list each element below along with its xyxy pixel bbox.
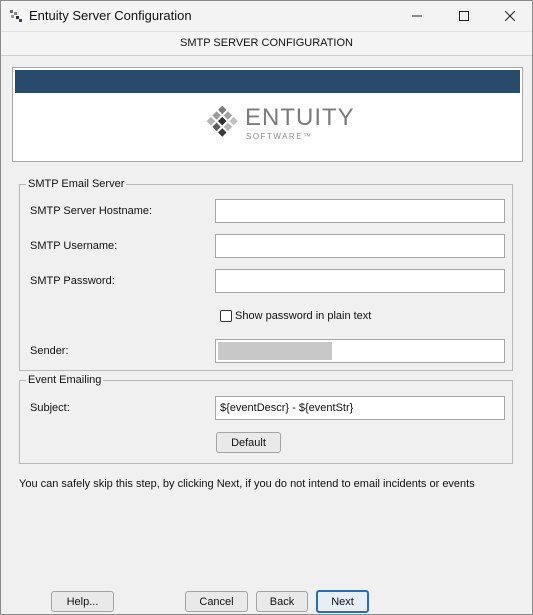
next-button[interactable]: Next — [316, 590, 369, 613]
configuration-window: Entuity Server Configuration SMTP SERVER… — [0, 0, 533, 615]
entuity-logo-mark — [206, 105, 238, 137]
page-header: SMTP SERVER CONFIGURATION — [1, 31, 532, 56]
subject-label: Subject: — [30, 402, 70, 414]
logo-subtitle: SOFTWARE™ — [246, 132, 313, 141]
minimize-icon — [412, 15, 422, 17]
password-label: SMTP Password: — [30, 275, 115, 287]
window-title: Entuity Server Configuration — [29, 8, 192, 23]
subject-input[interactable] — [215, 396, 505, 420]
title-bar[interactable]: Entuity Server Configuration — [1, 1, 532, 31]
hostname-label: SMTP Server Hostname: — [30, 205, 153, 217]
back-button[interactable]: Back — [256, 591, 308, 612]
username-label: SMTP Username: — [30, 240, 118, 252]
skip-hint: You can safely skip this step, by clicki… — [19, 478, 475, 490]
banner-bar — [15, 70, 520, 93]
default-subject-button[interactable]: Default — [216, 432, 281, 453]
cancel-button[interactable]: Cancel — [185, 591, 248, 612]
event-group-legend: Event Emailing — [28, 374, 102, 386]
close-icon — [505, 11, 515, 21]
hostname-input[interactable] — [215, 199, 505, 223]
username-input[interactable] — [215, 234, 505, 258]
sender-label: Sender: — [30, 345, 69, 357]
logo-banner: ENTUITY SOFTWARE™ — [12, 67, 523, 162]
password-input[interactable] — [215, 269, 505, 293]
maximize-button[interactable] — [441, 1, 487, 31]
logo-wordmark: ENTUITY — [245, 104, 355, 131]
smtp-group-legend: SMTP Email Server — [28, 178, 125, 190]
show-password-label[interactable]: Show password in plain text — [235, 310, 371, 322]
maximize-icon — [459, 11, 469, 21]
entuity-logo: ENTUITY SOFTWARE™ — [195, 104, 355, 144]
show-password-checkbox[interactable] — [220, 310, 232, 322]
close-button[interactable] — [487, 1, 533, 31]
sender-redaction — [218, 342, 332, 360]
help-button[interactable]: Help... — [51, 591, 114, 612]
entuity-app-icon — [10, 10, 22, 22]
minimize-button[interactable] — [394, 1, 440, 31]
